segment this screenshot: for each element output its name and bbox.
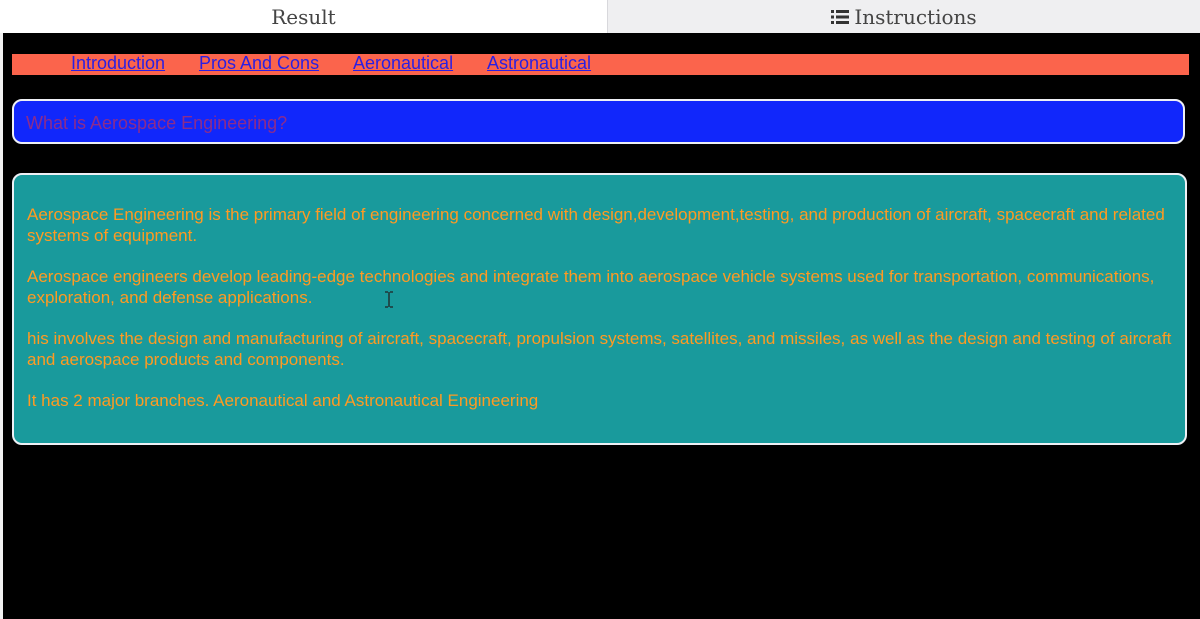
- tab-result-label: Result: [271, 4, 336, 29]
- tab-instructions-label: Instructions: [854, 4, 977, 29]
- tab-bar: Result Instructions: [0, 0, 1200, 33]
- hero-title: What is Aerospace Engineering?: [26, 113, 288, 133]
- content-paragraph-1: Aerospace Engineering is the primary fie…: [27, 205, 1165, 245]
- top-nav: Introduction Pros And Cons Aeronautical …: [12, 53, 1189, 75]
- content-paragraph-4: It has 2 major branches. Aeronautical an…: [27, 391, 539, 410]
- content-paragraph-2: Aerospace engineers develop leading-edge…: [27, 267, 1155, 307]
- nav-link-pros-and-cons[interactable]: Pros And Cons: [199, 53, 319, 74]
- content-paragraph-3: his involves the design and manufacturin…: [27, 329, 1172, 369]
- result-preview: Introduction Pros And Cons Aeronautical …: [3, 33, 1200, 619]
- content-panel: Aerospace Engineering is the primary fie…: [12, 173, 1187, 445]
- text-cursor-icon: [385, 291, 393, 308]
- hero-banner: What is Aerospace Engineering?: [12, 99, 1185, 144]
- nav-link-introduction[interactable]: Introduction: [71, 53, 165, 74]
- nav-link-aeronautical[interactable]: Aeronautical: [353, 53, 453, 74]
- nav-link-astronautical[interactable]: Astronautical: [487, 53, 591, 74]
- list-icon: [831, 9, 850, 24]
- tab-instructions[interactable]: Instructions: [607, 0, 1200, 33]
- tab-result[interactable]: Result: [0, 0, 607, 33]
